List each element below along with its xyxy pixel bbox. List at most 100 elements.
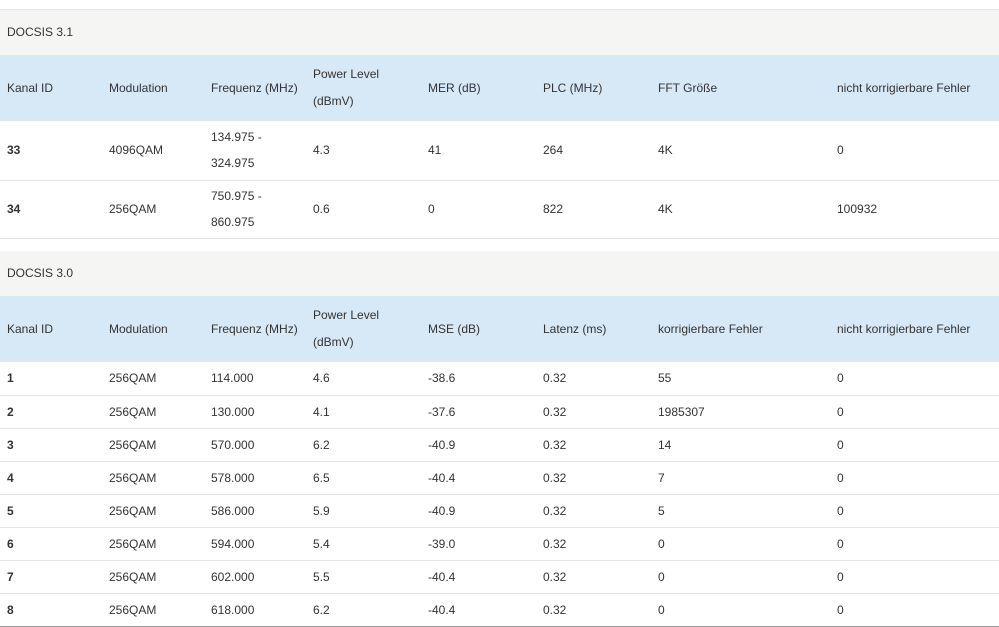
cell-correctable: 0 bbox=[651, 560, 830, 594]
cell-latenz: 0.32 bbox=[536, 362, 651, 396]
cell-frequenz-start: 134.975 - bbox=[211, 130, 262, 145]
cell-uncorrectable: 0 bbox=[830, 494, 999, 528]
cell-modulation: 256QAM bbox=[102, 593, 204, 627]
header-modulation: Modulation bbox=[109, 80, 168, 95]
cell-mse: -40.9 bbox=[421, 428, 536, 462]
cell-mse: -39.0 bbox=[421, 527, 536, 561]
cell-correctable: 55 bbox=[651, 362, 830, 396]
section-title-docsis31: DOCSIS 3.1 bbox=[0, 10, 999, 55]
cell-mse: -40.9 bbox=[421, 494, 536, 528]
cell-modulation: 256QAM bbox=[102, 180, 204, 239]
cell-frequenz: 602.000 bbox=[204, 560, 306, 594]
cell-power-level: 5.4 bbox=[306, 527, 421, 561]
cell-uncorrectable: 100932 bbox=[830, 180, 999, 239]
cell-frequenz: 130.000 bbox=[204, 395, 306, 429]
cell-kanal-id: 7 bbox=[0, 560, 102, 594]
cell-power-level: 5.5 bbox=[306, 560, 421, 594]
header-power-level-unit: (dBmV) bbox=[313, 94, 354, 108]
cell-modulation: 256QAM bbox=[102, 395, 204, 429]
cell-power-level: 4.6 bbox=[306, 362, 421, 396]
cell-modulation: 256QAM bbox=[102, 494, 204, 528]
cell-latenz: 0.32 bbox=[536, 494, 651, 528]
channel-info-page: DOCSIS 3.1 Kanal ID Modulation Frequenz … bbox=[0, 0, 999, 627]
cell-mse: -40.4 bbox=[421, 593, 536, 627]
section-title-docsis30: DOCSIS 3.0 bbox=[0, 251, 999, 296]
header-plc: PLC (MHz) bbox=[543, 80, 603, 95]
cell-mse: -37.6 bbox=[421, 395, 536, 429]
cell-correctable: 0 bbox=[651, 527, 830, 561]
table-row: 5 256QAM 586.000 5.9 -40.9 0.32 5 0 bbox=[0, 494, 999, 528]
cell-kanal-id: 5 bbox=[0, 494, 102, 528]
cell-correctable: 14 bbox=[651, 428, 830, 462]
cell-frequenz: 750.975 - 860.975 bbox=[204, 180, 306, 239]
cell-latenz: 0.32 bbox=[536, 428, 651, 462]
cell-kanal-id: 8 bbox=[0, 593, 102, 627]
cell-uncorrectable: 0 bbox=[830, 121, 999, 181]
header-kanal-id: Kanal ID bbox=[7, 80, 54, 95]
cell-kanal-id: 34 bbox=[0, 180, 102, 239]
cell-kanal-id: 33 bbox=[0, 121, 102, 181]
cell-power-level: 6.5 bbox=[306, 461, 421, 495]
cell-uncorrectable: 0 bbox=[830, 428, 999, 462]
header-power-level-label: Power Level bbox=[313, 308, 380, 322]
cell-frequenz: 570.000 bbox=[204, 428, 306, 462]
header-latenz: Latenz (ms) bbox=[543, 321, 607, 336]
cell-power-level: 0.6 bbox=[306, 180, 421, 239]
docsis31-table: Kanal ID Modulation Frequenz (MHz) Power… bbox=[0, 55, 999, 239]
cell-power-level: 4.3 bbox=[306, 121, 421, 181]
cell-uncorrectable: 0 bbox=[830, 461, 999, 495]
header-uncorrectable: nicht korrigierbare Fehler bbox=[837, 80, 971, 95]
docsis30-table: Kanal ID Modulation Frequenz (MHz) Power… bbox=[0, 296, 999, 627]
header-power-level-unit: (dBmV) bbox=[313, 335, 354, 349]
cell-power-level: 6.2 bbox=[306, 593, 421, 627]
cell-power-level: 5.9 bbox=[306, 494, 421, 528]
header-correctable: korrigierbare Fehler bbox=[658, 321, 763, 336]
cell-correctable: 1985307 bbox=[651, 395, 830, 429]
cell-frequenz: 114.000 bbox=[204, 362, 306, 396]
cell-modulation: 4096QAM bbox=[102, 121, 204, 181]
cell-latenz: 0.32 bbox=[536, 461, 651, 495]
cell-latenz: 0.32 bbox=[536, 593, 651, 627]
header-modulation: Modulation bbox=[109, 321, 168, 336]
cell-modulation: 256QAM bbox=[102, 461, 204, 495]
cell-frequenz-end: 860.975 bbox=[211, 215, 255, 229]
cell-correctable: 7 bbox=[651, 461, 830, 495]
table-row: 33 4096QAM 134.975 - 324.975 4.3 41 264 4… bbox=[0, 121, 999, 181]
cell-uncorrectable: 0 bbox=[830, 527, 999, 561]
cell-uncorrectable: 0 bbox=[830, 395, 999, 429]
header-mer: MER (dB) bbox=[428, 80, 481, 95]
cell-uncorrectable: 0 bbox=[830, 560, 999, 594]
cell-kanal-id: 3 bbox=[0, 428, 102, 462]
cell-mse: -40.4 bbox=[421, 560, 536, 594]
header-frequenz: Frequenz (MHz) bbox=[211, 80, 298, 95]
header-uncorrectable: nicht korrigierbare Fehler bbox=[837, 321, 971, 336]
table-header-row: Kanal ID Modulation Frequenz (MHz) Power… bbox=[0, 55, 999, 121]
table-row: 7 256QAM 602.000 5.5 -40.4 0.32 0 0 bbox=[0, 560, 999, 594]
cell-frequenz: 134.975 - 324.975 bbox=[204, 121, 306, 181]
table-row: 1 256QAM 114.000 4.6 -38.6 0.32 55 0 bbox=[0, 362, 999, 396]
table-row: 8 256QAM 618.000 6.2 -40.4 0.32 0 0 bbox=[0, 593, 999, 627]
cell-fft: 4K bbox=[651, 121, 830, 181]
cell-plc: 822 bbox=[536, 180, 651, 239]
cell-uncorrectable: 0 bbox=[830, 593, 999, 627]
cell-frequenz-start: 750.975 - bbox=[211, 189, 262, 203]
cell-latenz: 0.32 bbox=[536, 527, 651, 561]
cell-uncorrectable: 0 bbox=[830, 362, 999, 396]
header-power-level-label: Power Level bbox=[313, 67, 380, 81]
table-row: 34 256QAM 750.975 -860.975 0.6 0 822 4K … bbox=[0, 180, 999, 239]
table-row: 2 256QAM 130.000 4.1 -37.6 0.32 1985307 0 bbox=[0, 395, 999, 429]
header-power-level: Power Level (dBmV) bbox=[306, 296, 421, 362]
cell-latenz: 0.32 bbox=[536, 560, 651, 594]
cell-frequenz: 578.000 bbox=[204, 461, 306, 495]
cell-fft: 4K bbox=[651, 180, 830, 239]
cell-power-level: 4.1 bbox=[306, 395, 421, 429]
cell-kanal-id: 4 bbox=[0, 461, 102, 495]
table-row: 4 256QAM 578.000 6.5 -40.4 0.32 7 0 bbox=[0, 461, 999, 495]
cell-latenz: 0.32 bbox=[536, 395, 651, 429]
cell-frequenz: 586.000 bbox=[204, 494, 306, 528]
cell-mer: 41 bbox=[421, 121, 536, 181]
cell-modulation: 256QAM bbox=[102, 560, 204, 594]
table-row: 3 256QAM 570.000 6.2 -40.9 0.32 14 0 bbox=[0, 428, 999, 462]
cell-power-level: 6.2 bbox=[306, 428, 421, 462]
cell-frequenz-end: 324.975 bbox=[211, 156, 255, 171]
